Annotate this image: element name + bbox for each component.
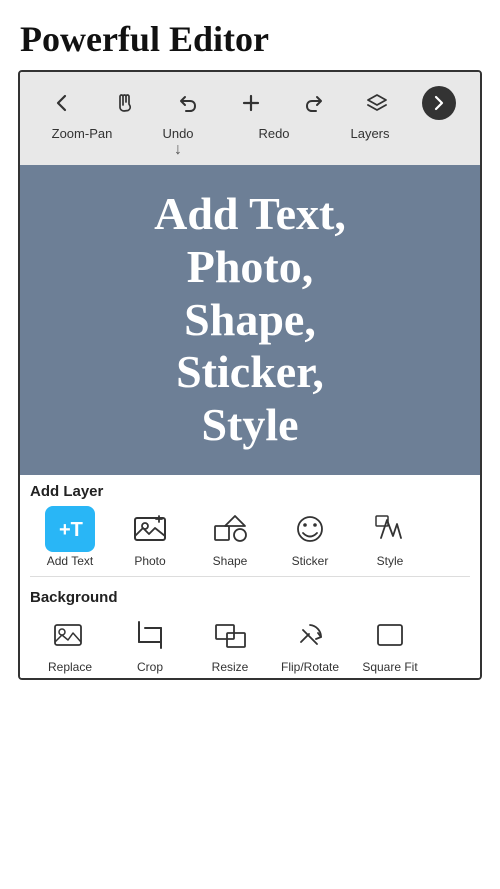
replace-tool[interactable]: Replace <box>30 612 110 674</box>
undo-label-group: Undo ↓ <box>130 126 226 159</box>
crop-icon <box>125 612 175 658</box>
undo-icon[interactable] <box>170 92 206 114</box>
replace-icon <box>45 612 95 658</box>
layers-label: Layers <box>350 126 389 141</box>
sticker-label: Sticker <box>292 554 329 568</box>
redo-icon[interactable] <box>296 92 332 114</box>
background-items: Replace Crop <box>30 612 470 674</box>
toolbar: Zoom-Pan Undo ↓ Redo Layers <box>20 72 480 165</box>
background-section: Background Replace <box>20 581 480 678</box>
redo-label: Redo <box>258 126 289 141</box>
photo-tool[interactable]: Photo <box>110 506 190 568</box>
crop-label: Crop <box>137 660 163 674</box>
square-fit-tool[interactable]: Square Fit <box>350 612 430 674</box>
square-fit-label: Square Fit <box>362 660 417 674</box>
next-icon[interactable] <box>422 86 456 120</box>
zoom-pan-label: Zoom-Pan <box>52 126 113 141</box>
style-icon <box>365 506 415 552</box>
section-divider <box>30 576 470 577</box>
resize-label: Resize <box>212 660 249 674</box>
back-icon[interactable] <box>44 92 80 114</box>
add-icon[interactable] <box>233 92 269 114</box>
layers-label-group: Layers <box>322 126 418 141</box>
flip-rotate-tool[interactable]: Flip/Rotate <box>270 612 350 674</box>
background-title: Background <box>30 589 470 606</box>
canvas-area: Add Text,Photo,Shape,Sticker,Style <box>20 165 480 475</box>
style-tool[interactable]: Style <box>350 506 430 568</box>
sticker-icon <box>285 506 335 552</box>
square-fit-icon <box>365 612 415 658</box>
toolbar-labels: Zoom-Pan Undo ↓ Redo Layers <box>20 124 480 159</box>
shape-icon <box>205 506 255 552</box>
add-text-label: Add Text <box>47 554 93 568</box>
sticker-tool[interactable]: Sticker <box>270 506 350 568</box>
undo-arrow: ↓ <box>174 141 182 159</box>
replace-label: Replace <box>48 660 92 674</box>
add-layer-items: +T Add Text Photo <box>30 506 470 568</box>
shape-label: Shape <box>213 554 248 568</box>
editor-container: Zoom-Pan Undo ↓ Redo Layers Add Text,Pho… <box>18 70 482 680</box>
resize-icon <box>205 612 255 658</box>
photo-icon <box>125 506 175 552</box>
photo-label: Photo <box>134 554 165 568</box>
layers-icon[interactable] <box>359 92 395 114</box>
add-text-icon: +T <box>45 506 95 552</box>
shape-tool[interactable]: Shape <box>190 506 270 568</box>
add-layer-section: Add Layer +T Add Text <box>20 475 480 572</box>
add-text-tool[interactable]: +T Add Text <box>30 506 110 568</box>
canvas-text: Add Text,Photo,Shape,Sticker,Style <box>144 178 356 462</box>
svg-text:+T: +T <box>59 519 83 541</box>
zoom-pan-label-group: Zoom-Pan <box>34 126 130 141</box>
redo-label-group: Redo <box>226 126 322 141</box>
undo-label: Undo <box>162 126 193 141</box>
crop-tool[interactable]: Crop <box>110 612 190 674</box>
flip-rotate-label: Flip/Rotate <box>281 660 339 674</box>
toolbar-icons-row <box>20 82 480 124</box>
style-label: Style <box>377 554 404 568</box>
add-layer-title: Add Layer <box>30 483 470 500</box>
flip-rotate-icon <box>285 612 335 658</box>
resize-tool[interactable]: Resize <box>190 612 270 674</box>
page-title: Powerful Editor <box>0 0 500 70</box>
hand-icon[interactable] <box>107 92 143 114</box>
